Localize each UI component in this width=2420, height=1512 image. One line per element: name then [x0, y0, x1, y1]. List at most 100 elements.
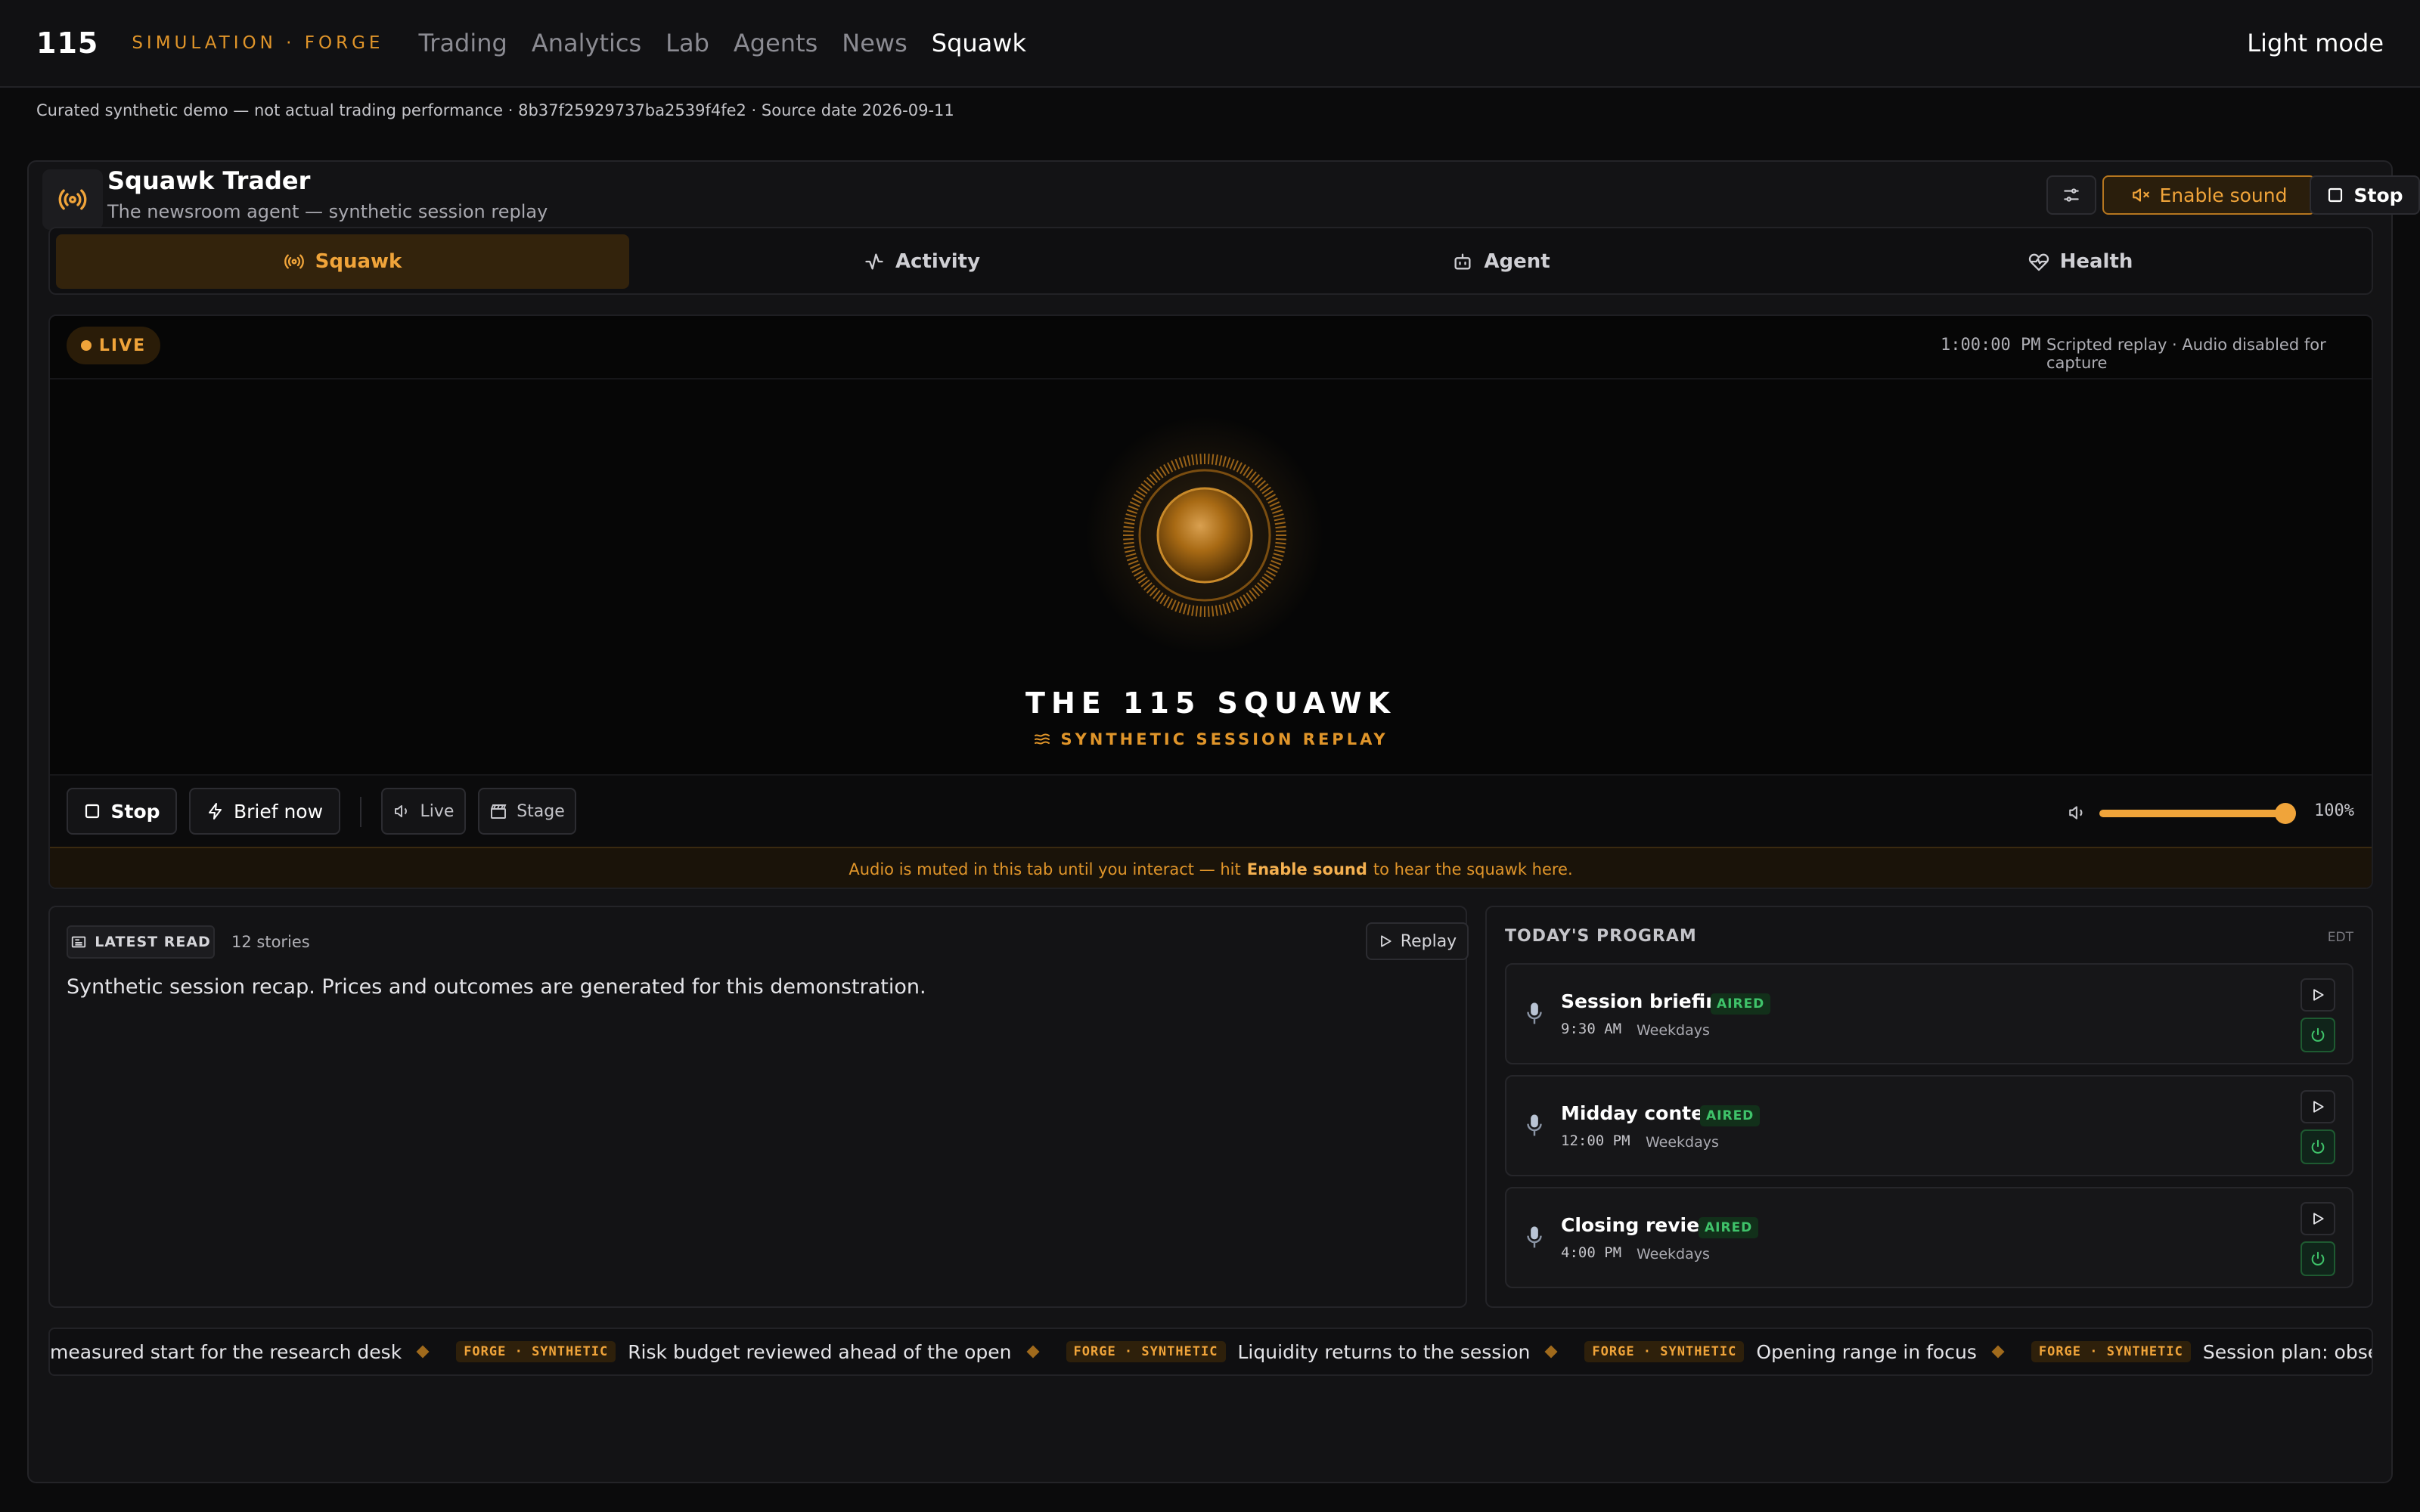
tab-label: Health	[2059, 250, 2133, 273]
sliders-icon	[2064, 188, 2079, 202]
nav-link-agents[interactable]: Agents	[734, 29, 818, 57]
play-program-button[interactable]	[2301, 978, 2335, 1012]
volume-value: 100%	[2314, 801, 2354, 820]
diamond-icon	[1026, 1345, 1039, 1359]
stop-playback-button[interactable]: Stop	[67, 788, 177, 835]
top-nav: 115 SIMULATION · FORGE Trading Analytics…	[0, 0, 2420, 88]
stop-playback-label: Stop	[110, 800, 160, 823]
squawk-panel: Squawk Trader The newsroom agent — synth…	[27, 160, 2420, 1483]
ticker-row: measured start for the research desk FOR…	[50, 1329, 2372, 1374]
toggle-program-button[interactable]	[2301, 1018, 2335, 1052]
lightning-icon	[208, 803, 222, 820]
live-mode-button[interactable]: Live	[381, 788, 466, 835]
tab-health[interactable]: Health	[1794, 234, 2367, 289]
microphone-icon	[1527, 1002, 1542, 1024]
volume-slider[interactable]	[2099, 803, 2296, 824]
brief-now-button[interactable]: Brief now	[189, 788, 340, 835]
ticker-tag: FORGE · SYNTHETIC	[1584, 1341, 1745, 1362]
ticker-item: Opening range in focus	[1756, 1340, 1977, 1363]
ticker-item: Risk budget reviewed ahead of the open	[628, 1340, 1012, 1363]
play-program-button[interactable]	[2301, 1090, 2335, 1123]
enable-sound-button[interactable]: Enable sound	[2102, 175, 2316, 215]
replay-button[interactable]: Replay	[1366, 922, 1469, 960]
program-item: Midday context AIRED 12:00 PM Weekdays	[1505, 1075, 2353, 1176]
power-icon	[2311, 1139, 2325, 1154]
tab-squawk[interactable]: Squawk	[56, 234, 629, 289]
ticker-tag: FORGE · SYNTHETIC	[2031, 1341, 2191, 1362]
program-name: Session briefing	[1561, 990, 1733, 1012]
tab-agent[interactable]: Agent	[1215, 234, 1788, 289]
settings-button[interactable]	[2046, 175, 2096, 215]
speaker-icon	[394, 805, 407, 817]
waves-icon	[1035, 733, 1050, 745]
latest-read-badge: LATEST READ	[67, 925, 215, 959]
volume-slider-fill	[2099, 810, 2285, 817]
program-title: TODAY'S PROGRAM	[1505, 927, 1697, 946]
nav-links: Trading Analytics Lab Agents News Squawk	[418, 29, 1026, 57]
controls-divider	[360, 797, 361, 827]
stage-subtitle: SYNTHETIC SESSION REPLAY	[50, 730, 2372, 748]
nav-link-lab[interactable]: Lab	[666, 29, 709, 57]
squawk-stage: LIVE 1:00:00 PM Scripted replay · Audio …	[48, 314, 2373, 889]
mute-notice-action[interactable]: Enable sound	[1247, 860, 1367, 878]
stop-label: Stop	[2353, 184, 2403, 206]
orb-tick	[1275, 538, 1286, 541]
play-icon	[2313, 1101, 2324, 1113]
playback-controls: Stop Brief now Live Stage 100%	[50, 774, 2372, 847]
audio-orb-icon	[1084, 414, 1326, 656]
volume-icon[interactable]	[2068, 803, 2087, 823]
microphone-icon	[1527, 1226, 1542, 1248]
toggle-program-button[interactable]	[2301, 1129, 2335, 1164]
nav-link-news[interactable]: News	[842, 29, 907, 57]
program-item: Closing review AIRED 4:00 PM Weekdays	[1505, 1187, 2353, 1288]
power-icon	[2311, 1251, 2325, 1266]
stop-square-icon	[85, 804, 100, 819]
nav-link-analytics[interactable]: Analytics	[532, 29, 641, 57]
stop-square-icon	[2328, 187, 2343, 203]
stage-clock: 1:00:00 PM	[1941, 336, 2041, 355]
orb-tick	[1199, 606, 1202, 617]
enable-sound-label: Enable sound	[2159, 184, 2288, 206]
brief-now-label: Brief now	[233, 800, 324, 823]
latest-read-label: LATEST READ	[95, 934, 211, 950]
tab-activity[interactable]: Activity	[635, 234, 1208, 289]
microphone-icon	[1527, 1114, 1542, 1136]
volume-slider-handle[interactable]	[2275, 803, 2296, 824]
stop-button[interactable]: Stop	[2310, 175, 2420, 215]
logo[interactable]: 115	[36, 26, 98, 60]
orb-tick	[1123, 538, 1134, 541]
aired-badge: AIRED	[1700, 1105, 1761, 1126]
live-badge: LIVE	[67, 327, 160, 364]
program-days: Weekdays	[1637, 1246, 1710, 1263]
replay-label: Replay	[1400, 931, 1457, 951]
program-item: Session briefing AIRED 9:30 AM Weekdays	[1505, 963, 2353, 1064]
diamond-icon	[1991, 1345, 2005, 1359]
disclaimer: Curated synthetic demo — not actual trad…	[36, 101, 954, 119]
tab-label: Activity	[895, 250, 981, 273]
toggle-program-button[interactable]	[2301, 1241, 2335, 1276]
stage-mode-label: Stage	[517, 801, 565, 821]
live-label: LIVE	[98, 336, 147, 355]
todays-program-card: TODAY'S PROGRAM EDT Session briefing AIR…	[1485, 906, 2373, 1308]
nav-link-squawk[interactable]: Squawk	[932, 29, 1026, 57]
clapperboard-icon	[491, 804, 507, 819]
mute-notice-text: Audio is muted in this tab until you int…	[849, 860, 1241, 878]
stage-mode-button[interactable]: Stage	[478, 788, 576, 835]
newspaper-icon	[72, 936, 86, 948]
broadcast-icon	[284, 254, 304, 269]
power-icon	[2311, 1027, 2325, 1042]
tab-bar: Squawk Activity Agent Health	[48, 227, 2373, 295]
ticker-item: measured start for the research desk	[50, 1340, 402, 1363]
volume-muted-icon	[2132, 188, 2149, 202]
aired-badge: AIRED	[1711, 993, 1771, 1015]
play-icon	[2313, 989, 2324, 1001]
live-mode-label: Live	[420, 801, 455, 821]
aired-badge: AIRED	[1699, 1217, 1759, 1238]
play-program-button[interactable]	[2301, 1202, 2335, 1235]
story-count: 12 stories	[231, 933, 310, 951]
nav-link-trading[interactable]: Trading	[418, 29, 507, 57]
light-mode-toggle[interactable]: Light mode	[2247, 29, 2384, 57]
orb-tick	[1207, 454, 1210, 465]
ticker-item: Session plan: observe, execute	[2202, 1340, 2372, 1363]
heart-pulse-icon	[2028, 253, 2049, 271]
